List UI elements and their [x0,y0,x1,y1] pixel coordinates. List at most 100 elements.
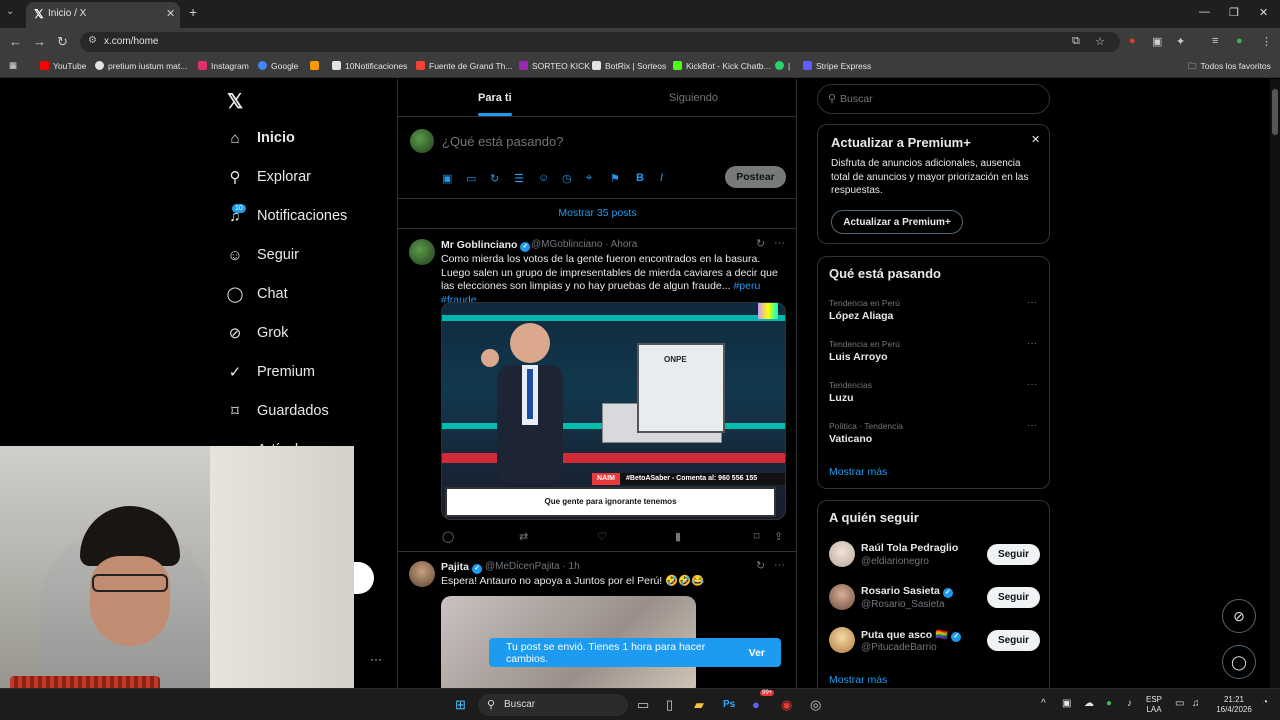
media-icon[interactable]: ≡ [1212,35,1218,47]
minimize-icon[interactable]: — [1199,6,1210,18]
sidebar-item-chat[interactable]: ◯ Chat [226,281,288,307]
tray-app-icon[interactable]: ▣ [1062,699,1071,709]
notifications-icon[interactable]: ◔ [1262,698,1268,708]
views-icon[interactable]: ▮ [675,530,681,543]
flag-icon[interactable]: ⚑ [610,172,620,185]
tray-chevron-icon[interactable]: ^ [1041,699,1046,709]
tray-app-icon[interactable]: ☁ [1084,699,1094,709]
clock[interactable]: 21:21 16/4/2026 [1212,695,1256,715]
trend-item[interactable]: López Aliaga [829,310,893,322]
trend-item[interactable]: Luzu [829,392,854,404]
post-handle[interactable]: @MGoblinciano · Ahora [531,239,637,250]
chrome-icon[interactable]: ◉ [781,697,792,713]
extension2-icon[interactable]: ▣ [1152,35,1162,48]
bookmark-post-icon[interactable]: ⌑ [754,530,760,543]
more-icon[interactable]: ··· [774,559,785,571]
page-scrollbar[interactable] [1270,79,1280,688]
photoshop-icon[interactable]: Ps [723,699,735,710]
bookmark-item[interactable] [310,61,323,71]
like-icon[interactable]: ♡ [597,530,607,543]
tray-app-icon[interactable]: ● [1106,699,1112,709]
restore-icon[interactable]: ❐ [1229,6,1239,19]
mic-icon[interactable]: ♪ [1127,699,1132,709]
x-logo-icon[interactable]: 𝕏 [227,89,243,114]
network-icon[interactable]: ▭ [1175,699,1184,709]
sidebar-item-explorar[interactable]: ⚲ Explorar [226,164,312,190]
schedule-icon[interactable]: ◷ [562,172,572,185]
trend-item[interactable]: Luis Arroyo [829,351,888,363]
tab-siguiendo[interactable]: Siguiendo [669,92,718,104]
bookmark-item[interactable]: KickBot - Kick Chatb... [673,61,771,71]
obs-icon[interactable]: ◎ [810,697,821,713]
toast-view-link[interactable]: Ver [749,647,765,659]
avatar[interactable] [409,561,435,587]
bookmark-item[interactable]: SORTEO KICK [519,61,590,71]
app-icon[interactable]: ▯ [666,697,673,713]
reload-icon[interactable]: ↻ [57,34,68,50]
bookmark-item[interactable]: Fuente de Grand Th... [416,61,512,71]
windows-start-icon[interactable]: ⊞ [455,697,466,713]
post-handle[interactable]: @MeDicenPajita · 1h [485,561,580,572]
new-tab-icon[interactable]: + [189,4,197,20]
bold-icon[interactable]: B [636,172,644,184]
grok-post-icon[interactable]: ↻ [756,559,765,572]
more-icon[interactable]: ··· [1027,338,1037,349]
language-indicator[interactable]: ESP LAA [1146,695,1162,715]
sidebar-item-inicio[interactable]: ⌂ Inicio [226,125,294,151]
bookmark-item[interactable]: pretium iustum mat... [95,61,187,71]
site-info-icon[interactable]: ⚙ [88,35,97,46]
grok-fab-icon[interactable]: ⊘ [1222,599,1256,633]
star-icon[interactable]: ☆ [1095,35,1105,48]
compose-input[interactable]: ¿Qué está pasando? [442,134,563,149]
discord-icon[interactable]: ● [752,697,760,712]
account-more-icon[interactable]: ··· [370,652,382,666]
file-explorer-icon[interactable]: ▰ [694,697,704,713]
more-icon[interactable]: ··· [1027,379,1037,390]
extension-icon[interactable]: ● [1129,35,1136,47]
install-icon[interactable]: ⧉ [1072,35,1080,48]
show-new-posts[interactable]: Mostrar 35 posts [398,199,797,229]
trends-show-more[interactable]: Mostrar más [829,466,887,478]
grok-compose-icon[interactable]: ↻ [490,172,499,185]
tab-para-ti[interactable]: Para ti [478,92,512,104]
grok-post-icon[interactable]: ↻ [756,237,765,250]
more-icon[interactable]: ··· [774,237,785,249]
location-icon[interactable]: ⌖ [586,172,592,185]
repost-icon[interactable]: ⇄ [519,530,528,543]
sidebar-item-guardados[interactable]: ⌑ Guardados [226,398,329,424]
volume-icon[interactable]: ♫ [1192,699,1200,709]
sidebar-item-premium[interactable]: ✓ Premium [226,359,315,385]
menu-icon[interactable]: ⋮ [1261,35,1272,48]
bookmark-item[interactable]: 10Notificaciones [332,61,407,71]
reply-icon[interactable]: ◯ [442,530,454,543]
follow-name[interactable]: Rosario Sasieta ✓ [861,585,953,598]
avatar[interactable] [410,129,434,153]
close-window-icon[interactable]: ✕ [1259,6,1268,19]
poll-icon[interactable]: ☰ [514,172,524,185]
bookmark-item[interactable]: | [775,61,790,71]
search-input[interactable]: ⚲ Buscar [817,84,1050,114]
avatar[interactable] [829,584,855,610]
avatar[interactable] [409,239,435,265]
share-icon[interactable]: ⇪ [774,530,783,543]
more-icon[interactable]: ··· [1027,297,1037,308]
bookmark-item[interactable]: YouTube [40,61,86,71]
bookmark-item[interactable]: Instagram [198,61,249,71]
profile-icon[interactable]: ● [1236,35,1243,47]
browser-tab[interactable]: 𝕏 Inicio / X ✕ [26,2,180,28]
avatar[interactable] [829,541,855,567]
tab-search-icon[interactable]: ⌄ [6,6,14,17]
image-icon[interactable]: ▣ [442,172,452,185]
post-author[interactable]: Pajita ✓ [441,561,483,574]
follow-button[interactable]: Seguir [987,544,1040,565]
follow-button[interactable]: Seguir [987,587,1040,608]
back-icon[interactable]: ← [9,34,22,49]
avatar[interactable] [829,627,855,653]
task-view-icon[interactable]: ▭ [637,697,649,713]
emoji-icon[interactable]: ☺ [538,172,549,184]
gif-icon[interactable]: ▭ [466,172,476,185]
bookmark-item[interactable]: BotRix | Sorteos [592,61,666,71]
bookmark-item[interactable]: Google [258,61,298,71]
sidebar-item-grok[interactable]: ⊘ Grok [226,320,289,346]
apps-icon[interactable]: ▦ [9,60,17,71]
